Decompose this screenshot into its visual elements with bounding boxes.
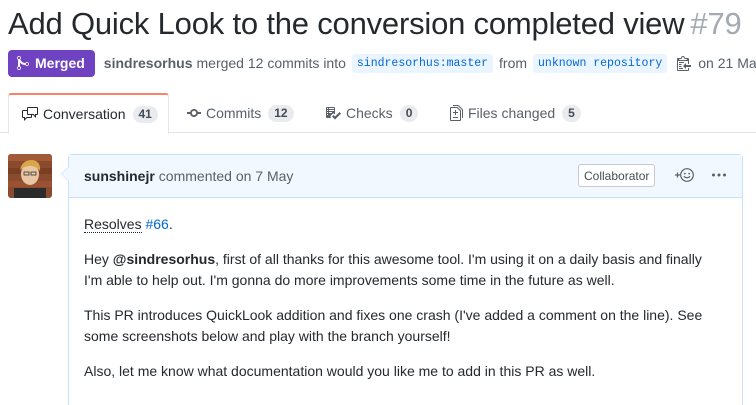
avatar[interactable] <box>8 154 52 198</box>
tab-files-changed[interactable]: Files changed 5 <box>450 93 581 133</box>
comment-header: sunshinejr commented on 7 May Collaborat… <box>69 155 742 198</box>
pr-title: Add Quick Look to the conversion complet… <box>8 4 742 44</box>
collaborator-badge: Collaborator <box>578 164 656 187</box>
tab-checks[interactable]: Checks 0 <box>325 93 419 133</box>
merge-action-text: merged 12 commits into <box>196 55 346 71</box>
pr-meta: Merged sindresorhus merged 12 commits in… <box>8 49 756 77</box>
comment-paragraph: This PR introduces QuickLook addition an… <box>84 305 727 347</box>
merger-username[interactable]: sindresorhus <box>104 55 193 71</box>
tab-conversation-label: Conversation <box>43 106 126 122</box>
comment-meta[interactable]: commented on 7 May <box>159 168 294 184</box>
issue-link[interactable]: #66 <box>145 216 168 232</box>
comment-body: Resolves #66. Hey @sindresorhus, first o… <box>69 198 742 405</box>
text: some screenshots below and play with the… <box>84 328 451 344</box>
text: This PR introduces QuickLook addition an… <box>84 307 703 323</box>
tab-files-count: 5 <box>562 104 581 122</box>
checklist-icon <box>326 107 341 120</box>
base-branch[interactable]: sindresorhus:master <box>351 53 494 73</box>
tab-conversation[interactable]: Conversation 41 <box>8 93 169 134</box>
file-diff-icon <box>450 105 463 121</box>
git-merge-icon <box>17 55 29 71</box>
text: , first of all thanks for this awesome t… <box>215 251 702 267</box>
greeting: Hey <box>84 251 109 267</box>
merge-date: on 21 May <box>698 55 756 71</box>
pr-title-text: Add Quick Look to the conversion complet… <box>8 6 685 41</box>
tab-checks-label: Checks <box>346 105 393 121</box>
resolves-text: Resolves <box>84 216 142 233</box>
head-branch[interactable]: unknown repository <box>533 53 668 73</box>
comment-author[interactable]: sunshinejr <box>84 168 155 184</box>
user-mention[interactable]: @sindresorhus <box>113 251 215 267</box>
text: I'm able to help out. I'm gonna do more … <box>84 272 615 288</box>
smiley-add-icon[interactable] <box>673 167 695 183</box>
tab-conversation-count: 41 <box>132 105 158 123</box>
tab-commits[interactable]: Commits 12 <box>187 93 294 133</box>
pr-tabs: Conversation 41 Commits 12 Checks 0 File… <box>0 93 756 134</box>
comment-box: sunshinejr commented on 7 May Collaborat… <box>61 154 743 405</box>
comment-paragraph: Resolves #66. <box>84 214 727 235</box>
tab-commits-count: 12 <box>268 104 294 122</box>
comment-paragraph: Also, let me know what documentation wou… <box>84 363 596 379</box>
comment-paragraph: Hey @sindresorhus, first of all thanks f… <box>84 249 727 291</box>
clipboard-icon[interactable] <box>677 55 692 71</box>
punctuation: . <box>168 216 173 232</box>
pr-number: #79 <box>690 6 742 41</box>
tab-commits-label: Commits <box>206 105 262 121</box>
tab-files-label: Files changed <box>468 105 556 121</box>
from-text: from <box>499 55 528 71</box>
git-commit-icon <box>187 109 201 117</box>
tab-checks-count: 0 <box>399 104 419 122</box>
state-badge: Merged <box>8 49 95 77</box>
kebab-horizontal-icon[interactable] <box>711 166 727 183</box>
state-label: Merged <box>35 55 85 71</box>
comment-discussion-icon <box>22 107 38 121</box>
